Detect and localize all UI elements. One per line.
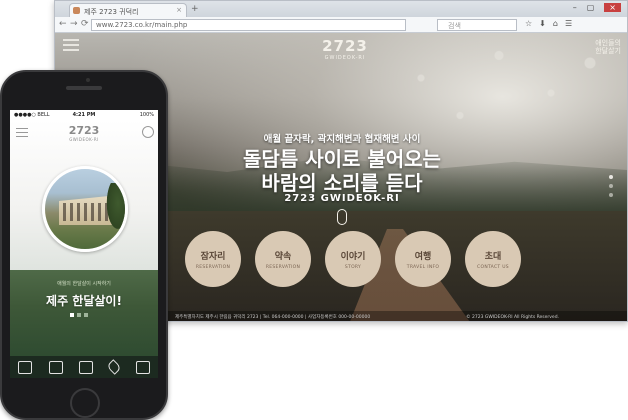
- brand-mark[interactable]: 애인들의 한달살기: [595, 39, 621, 56]
- mobile-hero-top: 2723 GWIDEOK-RI: [10, 120, 158, 270]
- menu-circle-label: 잠자리: [200, 251, 226, 262]
- site-logo[interactable]: 2723 GWIDEOK-RI: [305, 37, 385, 61]
- mobile-slide-indicator: [70, 313, 88, 317]
- menu-circle-sublabel: RESERVATION: [195, 264, 231, 270]
- browser-toolbar: ☆ ⬇ ⌂ ☰: [525, 19, 572, 28]
- scroll-down-icon[interactable]: [337, 209, 347, 225]
- menu-circle-label: 여행: [414, 251, 432, 262]
- mobile-slide-dot[interactable]: [84, 313, 88, 317]
- slide-dot[interactable]: [609, 193, 613, 197]
- logo-number: 2723: [322, 37, 368, 55]
- monitor-icon[interactable]: [18, 360, 33, 374]
- forward-icon[interactable]: →: [70, 19, 78, 29]
- bookmark-icon[interactable]: [135, 360, 150, 374]
- mobile-screen: ●●●●○ BELL 4:21 PM 100% 2723 GWIDEOK-RI …: [10, 110, 158, 378]
- menu-circle-story[interactable]: 이야기 STORY: [325, 231, 381, 287]
- menu-circle-travel[interactable]: 여행 TRAVEL INFO: [395, 231, 451, 287]
- address-bar[interactable]: www.2723.co.kr/main.php: [91, 19, 406, 31]
- slide-dot[interactable]: [609, 175, 613, 179]
- mobile-hero-headline: 제주 한달살이!: [46, 294, 122, 308]
- composite-stage: 제주 2723 귀덕리 × + – ▢ × ← → ⟳ www.2723.co.…: [0, 0, 628, 420]
- browser-nav-bar: ← → ⟳ www.2723.co.kr/main.php 검색 ☆ ⬇ ⌂ ☰: [55, 17, 627, 33]
- hero-photo-circle: [42, 166, 128, 252]
- menu-circle-sublabel: CONTACT US: [477, 264, 509, 270]
- hamburger-menu-icon[interactable]: [63, 39, 79, 51]
- slide-dot[interactable]: [609, 184, 613, 188]
- mobile-slide-dot[interactable]: [77, 313, 81, 317]
- tab-close-icon[interactable]: ×: [176, 6, 182, 14]
- front-camera: [86, 78, 90, 82]
- edit-icon[interactable]: [78, 360, 93, 374]
- menu-circle-sleep[interactable]: 잠자리 RESERVATION: [185, 231, 241, 287]
- mobile-tab-bar: [10, 356, 158, 378]
- site-copyright: © 2723 GWIDEOK-RI All Rights Reserved.: [466, 315, 559, 320]
- download-icon[interactable]: ⬇: [539, 19, 546, 28]
- browser-tab-bar: 제주 2723 귀덕리 × + – ▢ ×: [55, 1, 627, 17]
- status-battery: 100%: [139, 112, 154, 118]
- earpiece-speaker: [66, 86, 102, 90]
- home-icon[interactable]: ⌂: [553, 19, 558, 28]
- back-icon[interactable]: ←: [59, 19, 67, 29]
- close-window-button[interactable]: ×: [604, 3, 621, 12]
- menu-circle-sublabel: STORY: [344, 264, 362, 270]
- menu-circle-promise[interactable]: 약속 RESERVATION: [255, 231, 311, 287]
- search-home-icon[interactable]: [48, 360, 63, 374]
- browser-search-input[interactable]: 검색: [437, 19, 517, 31]
- main-menu-circles: 잠자리 RESERVATION 약속 RESERVATION 이야기 STORY…: [185, 231, 521, 287]
- brand-line-2: 한달살기: [595, 47, 621, 56]
- phone-icon[interactable]: [106, 359, 123, 375]
- bookmark-star-icon[interactable]: ☆: [525, 19, 532, 28]
- tab-title: 제주 2723 귀덕리: [84, 8, 139, 16]
- mobile-hero-subtitle: 애월의 한달살이 시작하기: [57, 281, 111, 287]
- status-bar: ●●●●○ BELL 4:21 PM 100%: [10, 110, 158, 120]
- menu-circle-sublabel: TRAVEL INFO: [406, 264, 440, 270]
- tree-illustration: [105, 183, 125, 233]
- window-controls: – ▢ ×: [573, 3, 621, 12]
- menu-circle-sublabel: RESERVATION: [265, 264, 301, 270]
- logo-subtitle: GWIDEOK-RI: [324, 55, 366, 61]
- menu-icon[interactable]: ☰: [565, 19, 572, 28]
- home-button[interactable]: [70, 388, 100, 418]
- menu-circle-label: 초대: [484, 251, 502, 262]
- menu-circle-label: 이야기: [340, 251, 366, 262]
- mobile-phone-device: ●●●●○ BELL 4:21 PM 100% 2723 GWIDEOK-RI …: [0, 70, 168, 420]
- minimize-button[interactable]: –: [573, 3, 577, 12]
- slide-indicator: [609, 175, 613, 197]
- browser-tab[interactable]: 제주 2723 귀덕리 ×: [69, 3, 187, 17]
- mobile-slide-dot[interactable]: [70, 313, 74, 317]
- status-time: 4:21 PM: [72, 112, 96, 118]
- new-tab-button[interactable]: +: [191, 4, 199, 14]
- mobile-hamburger-icon[interactable]: [16, 128, 28, 137]
- mobile-logo-number: 2723: [68, 124, 100, 137]
- mobile-logo[interactable]: 2723 GWIDEOK-RI: [54, 124, 114, 142]
- menu-circle-label: 약속: [274, 251, 292, 262]
- maximize-button[interactable]: ▢: [587, 3, 595, 12]
- clock-icon[interactable]: [142, 126, 154, 138]
- menu-circle-invite[interactable]: 초대 CONTACT US: [465, 231, 521, 287]
- reload-icon[interactable]: ⟳: [81, 19, 89, 29]
- mobile-logo-subtitle: GWIDEOK-RI: [69, 137, 99, 142]
- favicon-icon: [73, 7, 80, 14]
